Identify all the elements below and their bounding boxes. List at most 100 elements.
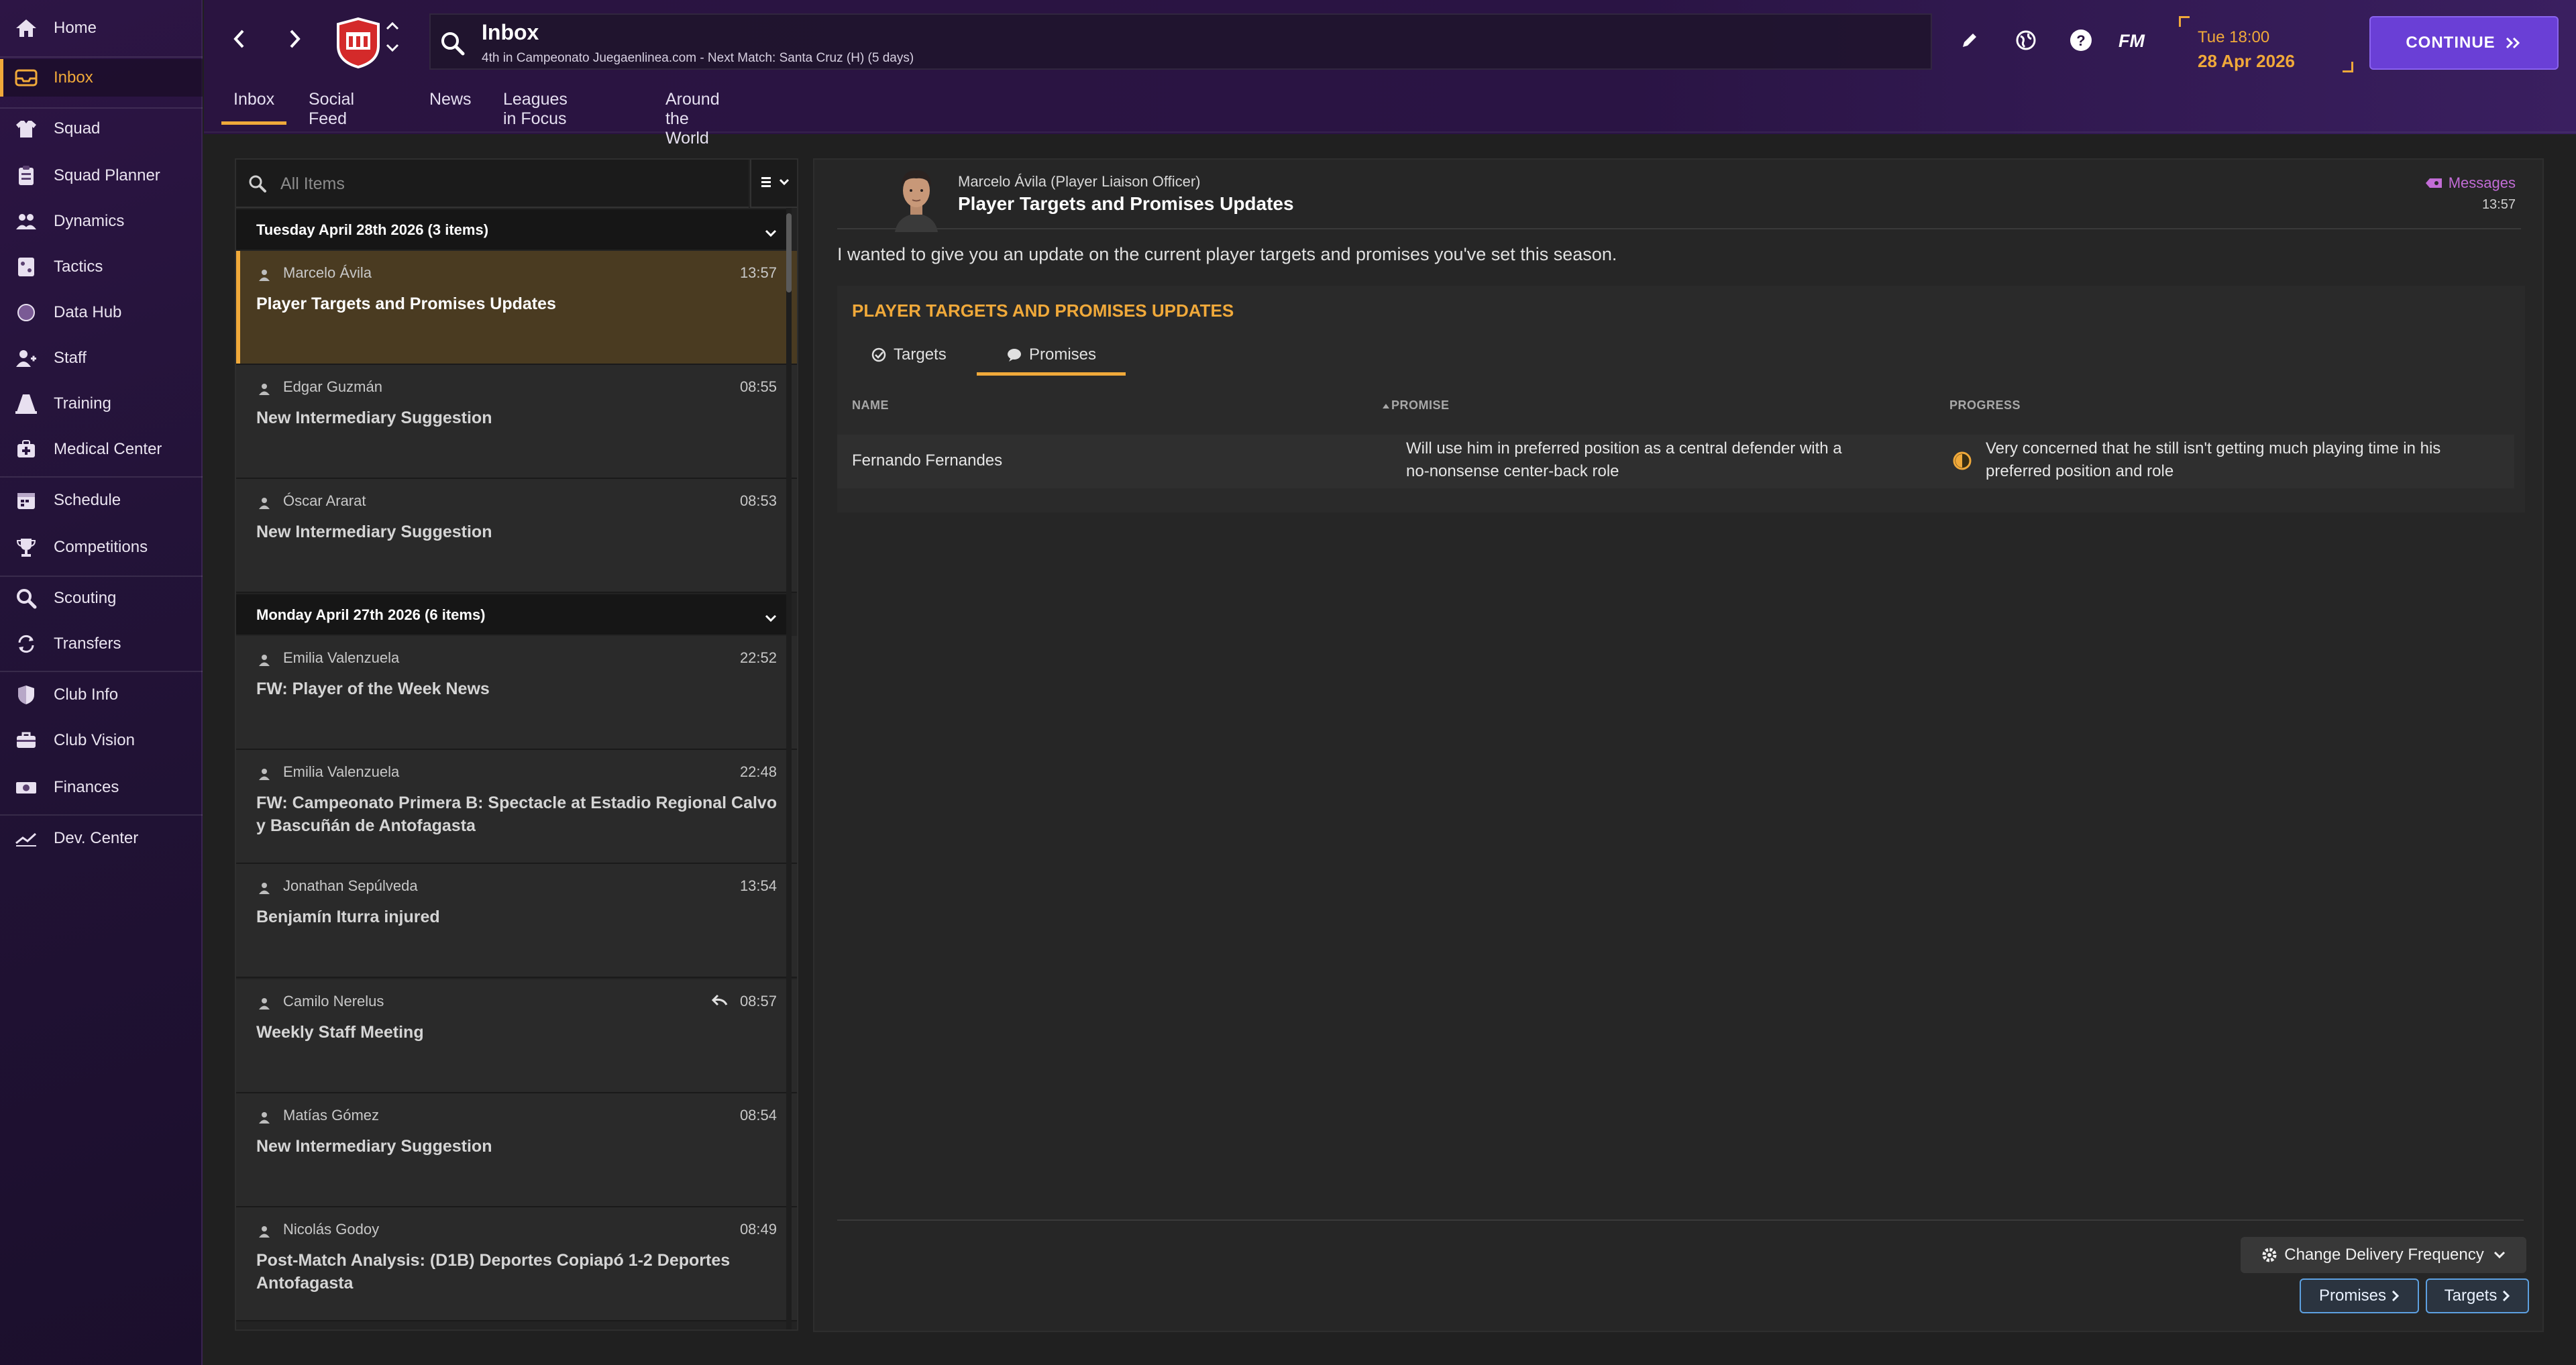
continue-button[interactable]: CONTINUE	[2369, 16, 2559, 70]
player-name[interactable]: Fernando Fernandes	[852, 449, 1002, 472]
tab-inbox[interactable]: Inbox	[221, 87, 287, 125]
sidebar-item-label: Club Info	[54, 686, 119, 704]
change-delivery-frequency-button[interactable]: Change Delivery Frequency	[2241, 1237, 2526, 1273]
sidebar-item-training[interactable]: Training	[0, 385, 203, 423]
tab-leagues-in-focus[interactable]: Leagues in Focus	[503, 87, 568, 128]
sidebar-item-finances[interactable]: Finances	[0, 769, 203, 806]
sidebar-item-inbox[interactable]: Inbox	[0, 59, 203, 97]
promise-text-line2: no-nonsense center-back role	[1406, 462, 1619, 480]
sidebar-item-club-vision[interactable]: Club Vision	[0, 722, 203, 759]
sidebar-item-dev-center[interactable]: Dev. Center	[0, 820, 203, 857]
club-cycle-down-button[interactable]	[385, 43, 400, 56]
list-item[interactable]: Emilia Valenzuela 22:52 FW: Player of th…	[236, 636, 797, 750]
chevron-down-icon	[765, 609, 777, 626]
list-item[interactable]: Camilo Nerelus 08:57 Weekly Staff Meetin…	[236, 979, 797, 1093]
sidebar-item-transfers[interactable]: Transfers	[0, 625, 203, 663]
column-header-label: PROMISE	[1391, 398, 1450, 412]
targets-button[interactable]: Targets	[2426, 1278, 2529, 1313]
sidebar-item-squad[interactable]: Squad	[0, 110, 203, 148]
sidebar-item-data-hub[interactable]: Data Hub	[0, 294, 203, 331]
table-row[interactable]: Fernando Fernandes Will use him in prefe…	[837, 435, 2514, 488]
tab-news[interactable]: News	[429, 87, 472, 125]
list-scrollbar-thumb[interactable]	[786, 213, 792, 292]
message-subject: New Intermediary Suggestion	[256, 523, 492, 541]
sender-avatar[interactable]	[888, 164, 945, 232]
sidebar-item-schedule[interactable]: Schedule	[0, 482, 203, 519]
sidebar-item-squad-planner[interactable]: Squad Planner	[0, 157, 203, 195]
button-label: Change Delivery Frequency	[2284, 1246, 2484, 1264]
column-header-promise[interactable]: PROMISE	[1382, 398, 1450, 413]
promises-button[interactable]: Promises	[2300, 1278, 2419, 1313]
current-time: Tue 18:00	[2198, 28, 2270, 46]
sort-ascending-icon	[1382, 402, 1390, 409]
inbox-icon	[13, 65, 39, 91]
message-sender: Matías Gómez	[283, 1107, 380, 1124]
continue-label: CONTINUE	[2406, 34, 2496, 52]
tab-label: Targets	[894, 345, 947, 364]
message-category[interactable]: Messages	[2424, 174, 2516, 192]
list-item[interactable]: Óscar Ararat 08:53 New Intermediary Sugg…	[236, 479, 797, 593]
sidebar-item-scouting[interactable]: Scouting	[0, 580, 203, 617]
list-item[interactable]: Marcelo Ávila 13:57 Player Targets and P…	[236, 251, 797, 365]
group-header-label: Tuesday April 28th 2026 (3 items)	[256, 221, 489, 238]
sidebar-item-label: Data Hub	[54, 303, 122, 321]
message-time: 08:57	[739, 993, 777, 1009]
sidebar-item-staff[interactable]: Staff	[0, 339, 203, 377]
sidebar-item-home[interactable]: Home	[0, 9, 203, 47]
sidebar: Home Inbox Squad Squad Planner Dynamics …	[0, 0, 203, 1365]
page-title: Inbox	[482, 20, 539, 44]
group-header[interactable]: Monday April 27th 2026 (6 items)	[236, 594, 786, 635]
header-search-area[interactable]: Inbox 4th in Campeonato Juegaenlinea.com…	[429, 13, 1932, 70]
message-sender[interactable]: Marcelo Ávila (Player Liaison Officer)	[958, 173, 1201, 190]
home-icon	[13, 15, 39, 41]
menu-icon	[761, 175, 779, 192]
list-item[interactable]: Jonathan Sepúlveda 13:54 Benjamín Iturra…	[236, 864, 797, 978]
list-item[interactable]: Nicolás Godoy 08:49 Post-Match Analysis:…	[236, 1207, 797, 1321]
chevron-right-icon	[288, 29, 302, 52]
target-icon	[871, 347, 887, 363]
list-filter-button[interactable]	[750, 160, 797, 208]
sidebar-item-tactics[interactable]: Tactics	[0, 248, 203, 286]
promise-text-line1: Will use him in preferred position as a …	[1406, 439, 1842, 457]
chevron-right-icon	[2392, 1290, 2400, 1302]
fm-menu-button[interactable]: FM	[2118, 31, 2145, 52]
list-item[interactable]: Emilia Valenzuela 22:48 FW: Campeonato P…	[236, 750, 797, 864]
club-badge[interactable]	[335, 17, 381, 69]
message-subject: Weekly Staff Meeting	[256, 1023, 424, 1042]
reply-icon	[711, 994, 729, 1009]
sidebar-item-label: Club Vision	[54, 731, 135, 749]
sidebar-item-label: Inbox	[54, 68, 93, 87]
list-scrollbar[interactable]	[786, 208, 792, 1329]
sidebar-item-dynamics[interactable]: Dynamics	[0, 203, 203, 240]
forward-button[interactable]	[282, 27, 309, 54]
help-button[interactable]: ?	[2066, 27, 2096, 56]
date-time-display[interactable]: Tue 18:00 28 Apr 2026	[2179, 16, 2353, 72]
tab-around-the-world[interactable]: Around the World	[665, 87, 720, 148]
world-button[interactable]	[2011, 27, 2041, 56]
page-subtitle: 4th in Campeonato Juegaenlinea.com - Nex…	[482, 51, 914, 65]
club-cycle-up-button[interactable]	[385, 21, 400, 34]
inbox-search-input[interactable]: All Items	[236, 160, 749, 208]
list-item[interactable]: Matías Gómez 08:54 New Intermediary Sugg…	[236, 1093, 797, 1207]
edit-button[interactable]	[1955, 27, 1984, 56]
sidebar-item-competitions[interactable]: Competitions	[0, 529, 203, 566]
group-header[interactable]: Tuesday April 28th 2026 (3 items)	[236, 209, 786, 250]
tab-targets[interactable]: Targets	[871, 334, 971, 376]
tab-social-feed[interactable]: Social Feed	[309, 87, 354, 128]
sidebar-item-label: Training	[54, 394, 111, 413]
message-sender: Óscar Ararat	[283, 492, 366, 509]
chevron-right-icon	[2502, 1290, 2510, 1302]
sidebar-item-club-info[interactable]: Club Info	[0, 676, 203, 714]
message-subject: FW: Player of the Week News	[256, 679, 490, 698]
tab-promises[interactable]: Promises	[977, 334, 1126, 376]
sidebar-item-medical-center[interactable]: Medical Center	[0, 431, 203, 468]
column-header-name[interactable]: NAME	[852, 398, 889, 413]
clipboard-icon	[13, 163, 39, 188]
help-icon: ?	[2069, 28, 2093, 56]
column-header-progress[interactable]: PROGRESS	[1949, 398, 2021, 413]
list-item[interactable]: Edgar Guzmán 08:55 New Intermediary Sugg…	[236, 365, 797, 479]
chevron-up-icon	[385, 21, 400, 34]
sidebar-item-label: Finances	[54, 778, 119, 796]
current-date: 28 Apr 2026	[2198, 51, 2296, 71]
back-button[interactable]	[225, 27, 252, 54]
